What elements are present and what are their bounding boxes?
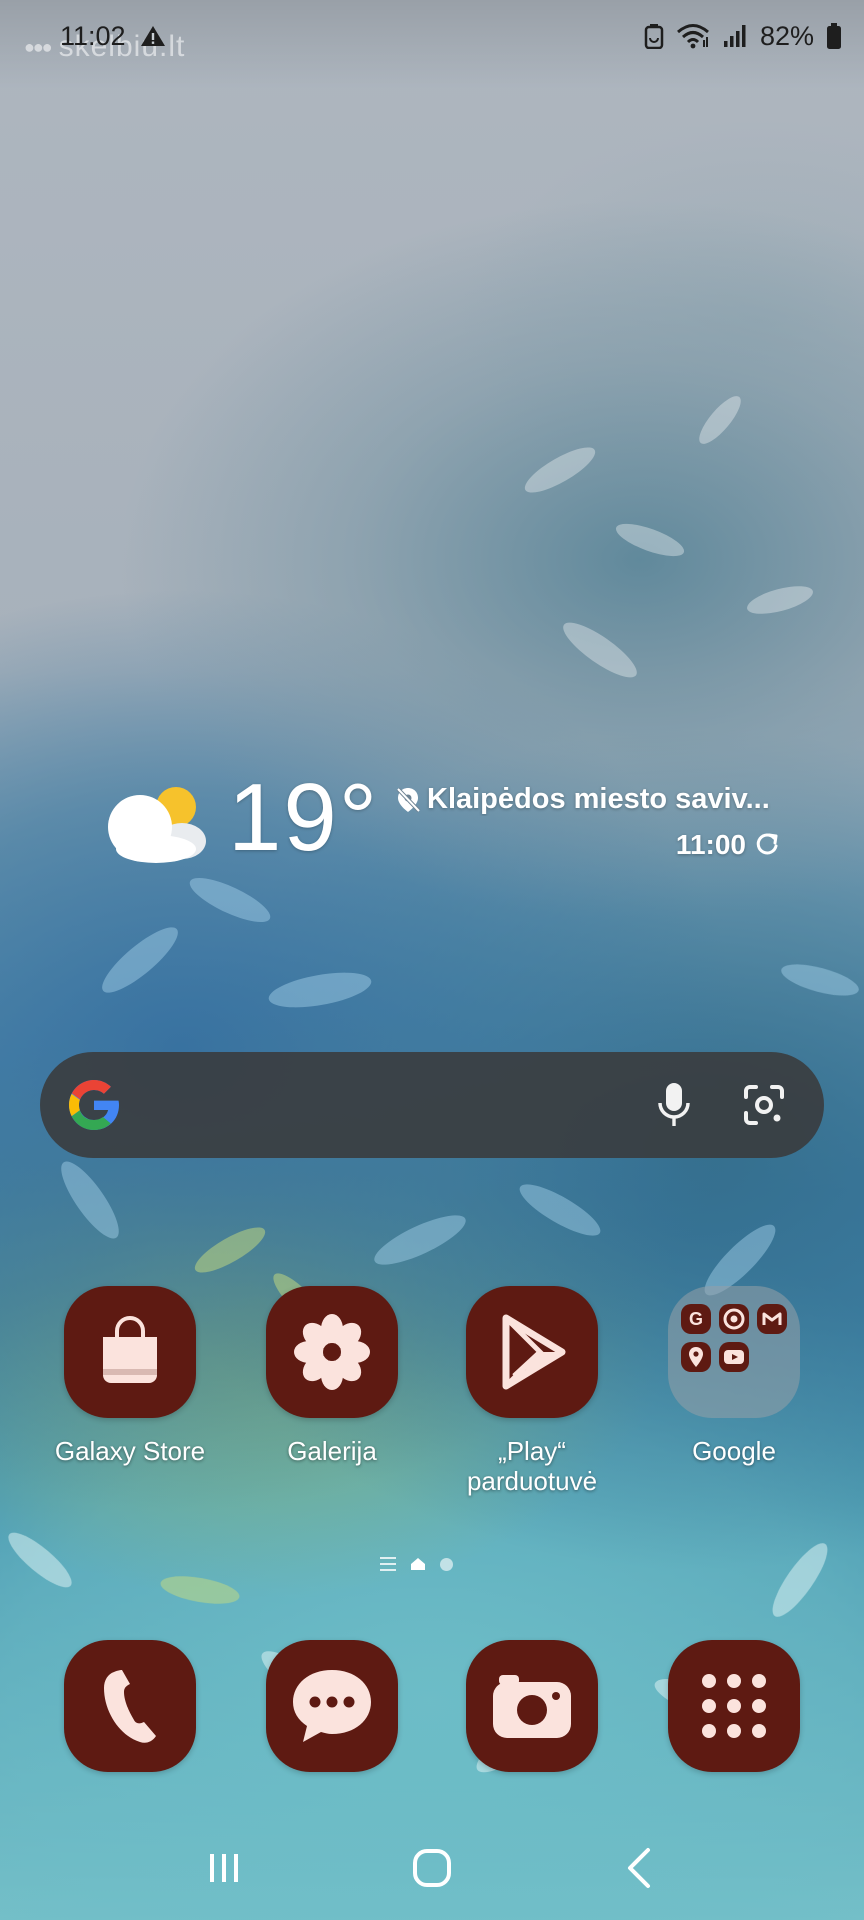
- weather-updated[interactable]: 11:00: [676, 829, 780, 861]
- weather-location-label: Klaipėdos miesto saviv...: [427, 783, 770, 815]
- page-indicator[interactable]: [380, 1557, 453, 1571]
- shopping-bag-icon: [103, 1316, 157, 1383]
- partly-cloudy-icon: [108, 787, 206, 863]
- phone-icon-tile: [64, 1640, 196, 1772]
- navigation-bar: [0, 1816, 864, 1920]
- dock-messages[interactable]: [232, 1640, 432, 1772]
- app-label: Google: [692, 1436, 776, 1466]
- app-label: Galerija: [287, 1436, 377, 1466]
- wallpaper: [0, 0, 864, 1920]
- app-label: „Play“ parduotuvė: [466, 1436, 598, 1496]
- chrome-icon: [723, 1308, 745, 1330]
- weather-location: Klaipėdos miesto saviv...: [395, 783, 780, 816]
- warning-icon: [140, 26, 165, 46]
- wifi-icon: [676, 24, 709, 49]
- weather-temperature: 19°: [228, 764, 380, 871]
- camera-icon-tile: [466, 1640, 598, 1772]
- home-icon: [413, 1849, 451, 1887]
- home-page-indicator-icon: [411, 1558, 425, 1570]
- gmail-mini-icon: [757, 1304, 787, 1334]
- dock-camera[interactable]: [432, 1640, 632, 1772]
- back-button[interactable]: [600, 1828, 680, 1908]
- camera-icon: [493, 1675, 571, 1738]
- flower-icon: [294, 1314, 370, 1390]
- voice-search-button[interactable]: [644, 1075, 704, 1135]
- battery-percent: 82%: [759, 20, 814, 51]
- play-store-icon-tile: [466, 1286, 598, 1418]
- recent-apps-icon: [210, 1854, 238, 1882]
- location-off-icon: [396, 787, 421, 812]
- lens-icon: [744, 1085, 784, 1125]
- maps-mini-icon: [681, 1342, 711, 1372]
- google-logo-icon: [69, 1080, 119, 1130]
- app-galaxy-store[interactable]: Galaxy Store: [30, 1286, 230, 1466]
- battery-icon: [827, 23, 841, 49]
- signal-icon: [723, 25, 746, 47]
- maps-pin-icon: [689, 1347, 703, 1367]
- messages-icon-tile: [266, 1640, 398, 1772]
- status-bar[interactable]: 11:02 82%: [0, 0, 864, 72]
- google-search-bar[interactable]: [40, 1052, 824, 1158]
- youtube-icon: [724, 1350, 744, 1364]
- page-list-indicator-icon: [380, 1557, 396, 1571]
- lens-button[interactable]: [734, 1075, 794, 1135]
- weather-widget[interactable]: 19° Klaipėdos miesto saviv... 11:00: [100, 764, 780, 890]
- youtube-mini-icon: [719, 1342, 749, 1372]
- dock-phone[interactable]: [30, 1640, 230, 1772]
- gmail-icon: [762, 1312, 782, 1325]
- status-time: 11:02: [60, 20, 126, 51]
- dock-app-drawer[interactable]: [634, 1640, 834, 1772]
- recent-apps-button[interactable]: [184, 1828, 264, 1908]
- phone-icon: [104, 1670, 156, 1743]
- app-drawer-icon: [702, 1674, 766, 1738]
- page-dot: [440, 1557, 453, 1571]
- folder-icon: G: [668, 1286, 800, 1418]
- weather-updated-time: 11:00: [675, 829, 746, 860]
- app-drawer-icon-tile: [668, 1640, 800, 1772]
- folder-google[interactable]: G Google: [634, 1286, 834, 1466]
- play-store-icon: [502, 1314, 566, 1390]
- google-g-mini-icon: G: [681, 1304, 711, 1334]
- battery-saver-icon: [644, 24, 664, 49]
- mic-icon: [658, 1083, 690, 1126]
- messages-icon: [293, 1670, 371, 1742]
- home-button[interactable]: [392, 1828, 472, 1908]
- gallery-icon-tile: [266, 1286, 398, 1418]
- chrome-mini-icon: [719, 1304, 749, 1334]
- app-gallery[interactable]: Galerija: [232, 1286, 432, 1466]
- back-icon: [628, 1848, 650, 1888]
- refresh-icon[interactable]: [754, 832, 780, 858]
- galaxy-store-icon-tile: [64, 1286, 196, 1418]
- app-label: Galaxy Store: [54, 1436, 206, 1466]
- app-play-store[interactable]: „Play“ parduotuvė: [432, 1286, 632, 1496]
